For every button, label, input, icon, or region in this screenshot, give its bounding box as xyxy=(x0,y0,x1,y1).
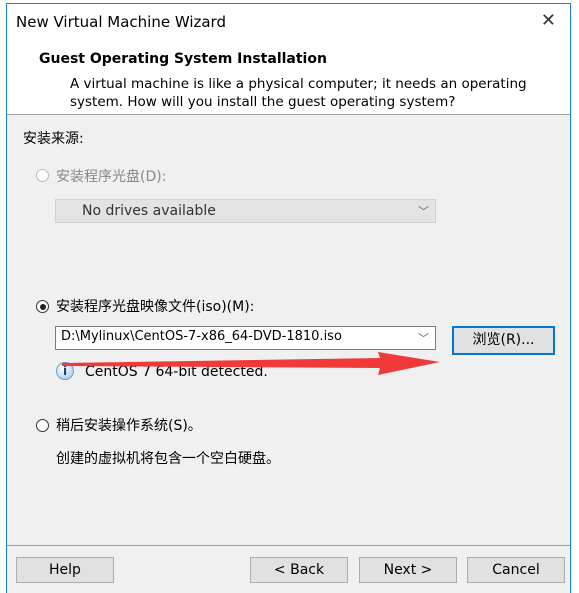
annotation-arrow xyxy=(62,352,440,375)
arrow-shape xyxy=(62,352,440,375)
